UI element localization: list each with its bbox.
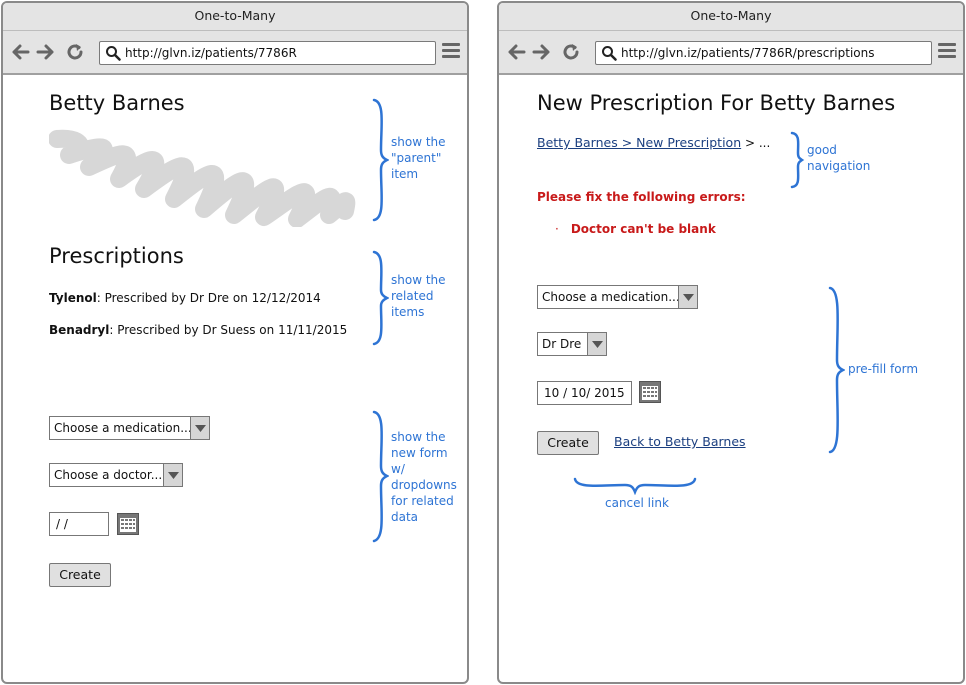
date-input[interactable]: / / [49, 512, 109, 536]
prescription-drug: Benadryl [49, 323, 110, 337]
back-arrow-icon[interactable] [9, 41, 31, 63]
dropdown-arrow-icon[interactable] [678, 286, 697, 308]
error-heading: Please fix the following errors: [537, 190, 746, 204]
patient-name: Betty Barnes [49, 91, 185, 115]
search-icon [106, 46, 121, 61]
error-list-item: · Doctor can't be blank [555, 222, 716, 236]
hamburger-menu-icon[interactable] [442, 43, 460, 61]
page-title: New Prescription For Betty Barnes [537, 91, 896, 115]
url-text: http://glvn.iz/patients/7786R/prescripti… [621, 46, 875, 60]
reload-icon[interactable] [560, 41, 582, 63]
medication-select[interactable]: Choose a medication... [537, 285, 698, 309]
dropdown-arrow-icon[interactable] [163, 464, 182, 486]
doctor-select[interactable]: Choose a doctor... [49, 463, 183, 487]
parent-item-placeholder-scribble [49, 129, 356, 227]
annotation-show-related: show the related items [391, 273, 446, 319]
create-button[interactable]: Create [537, 431, 599, 455]
browser-window-right: One-to-Many http://glvn.iz/patients/7786… [497, 1, 965, 684]
browser-window-left: One-to-Many http://glvn.iz/patients/7786… [1, 1, 469, 684]
dropdown-arrow-icon[interactable] [587, 333, 606, 355]
url-text: http://glvn.iz/patients/7786R [125, 46, 297, 60]
medication-select[interactable]: Choose a medication... [49, 416, 210, 440]
brace-icon [573, 477, 697, 495]
browser-toolbar: http://glvn.iz/patients/7786R/prescripti… [499, 31, 963, 75]
back-link[interactable]: Back to Betty Barnes [614, 434, 746, 449]
prescription-item: Tylenol: Prescribed by Dr Dre on 12/12/2… [49, 291, 321, 305]
create-button[interactable]: Create [49, 563, 111, 587]
annotation-good-navigation: good navigation [807, 143, 871, 173]
date-input[interactable]: 10 / 10/ 2015 [537, 381, 632, 405]
brace-icon [828, 286, 845, 454]
calendar-icon[interactable] [639, 381, 661, 403]
reload-icon[interactable] [64, 41, 86, 63]
forward-arrow-icon[interactable] [35, 41, 57, 63]
window-title: One-to-Many [499, 3, 963, 31]
hamburger-menu-icon[interactable] [938, 43, 956, 61]
window-title: One-to-Many [3, 3, 467, 31]
brace-icon [790, 131, 805, 189]
address-bar[interactable]: http://glvn.iz/patients/7786R [99, 41, 436, 65]
prescriptions-heading: Prescriptions [49, 244, 184, 268]
breadcrumb: Betty Barnes > New Prescription > ... [537, 132, 770, 151]
browser-toolbar: http://glvn.iz/patients/7786R [3, 31, 467, 75]
breadcrumb-rest: > ... [741, 136, 771, 150]
calendar-icon[interactable] [117, 513, 139, 535]
search-icon [602, 46, 617, 61]
prescription-details: : Prescribed by Dr Suess on 11/11/2015 [109, 323, 348, 337]
annotation-show-form: show the new form w/ dropdowns for relat… [391, 430, 457, 524]
address-bar[interactable]: http://glvn.iz/patients/7786R/prescripti… [595, 41, 932, 65]
brace-icon [372, 98, 389, 222]
prescription-details: : Prescribed by Dr Dre on 12/12/2014 [96, 291, 321, 305]
annotation-cancel-link: cancel link [605, 496, 669, 510]
dropdown-arrow-icon[interactable] [190, 417, 209, 439]
prescription-drug: Tylenol [49, 291, 97, 305]
back-arrow-icon[interactable] [505, 41, 527, 63]
prescription-item: Benadryl: Prescribed by Dr Suess on 11/1… [49, 323, 347, 337]
brace-icon [372, 410, 389, 543]
forward-arrow-icon[interactable] [531, 41, 553, 63]
brace-icon [372, 250, 389, 346]
annotation-show-parent: show the "parent" item [391, 135, 446, 181]
annotation-prefill-form: pre-fill form [848, 362, 919, 376]
breadcrumb-link[interactable]: Betty Barnes > New Prescription [537, 135, 741, 150]
doctor-select[interactable]: Dr Dre [537, 332, 607, 356]
